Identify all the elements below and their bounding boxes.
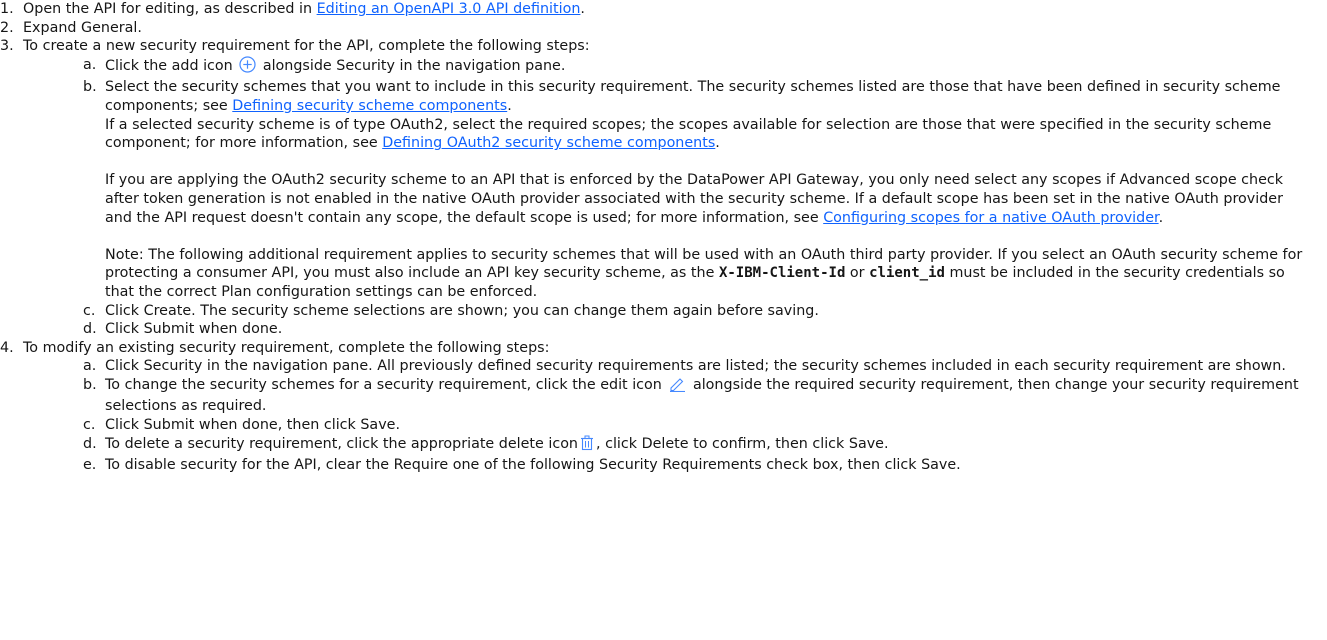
substeps: a. Click Security in the navigation pane… (23, 357, 1319, 475)
substep-letter: a. (83, 56, 97, 73)
substep-4b: b. To change the security schemes for a … (83, 376, 1319, 416)
step-text: To modify an existing security requireme… (23, 339, 550, 356)
substep-letter: c. (83, 417, 96, 434)
para-text-end: . (507, 97, 512, 114)
substep-letter: b. (83, 79, 97, 96)
substep-letter: b. (83, 376, 97, 393)
note-text-mid: or (845, 265, 870, 282)
procedure-steps: 1. Open the API for editing, as describe… (0, 0, 1319, 475)
paragraph-note: Note: The following additional requireme… (105, 246, 1313, 302)
code-x-ibm-client-id: X-IBM-Client-Id (718, 265, 846, 282)
substep-letter: a. (83, 358, 97, 375)
substep-3b: b. Select the security schemes that you … (83, 78, 1319, 301)
link-editing-openapi[interactable]: Editing an OpenAPI 3.0 API definition (317, 1, 581, 17)
step-text: Open the API for editing, as described i… (23, 1, 317, 17)
step-number: 3. (0, 38, 14, 55)
substep-3a: a. Click the add icon alongside Security… (83, 56, 1319, 79)
substep-3d: d. Click Submit when done. (83, 320, 1319, 339)
add-circle-icon (239, 56, 256, 79)
substep-text: Click Security in the navigation pane. A… (105, 358, 1286, 375)
substep-text: Click Create. The security scheme select… (105, 302, 819, 319)
substep-text: Click the add icon (105, 57, 233, 74)
paragraph-datapower: If you are applying the OAuth2 security … (105, 171, 1313, 227)
para-text-end: . (1158, 209, 1164, 226)
substep-3c: c. Click Create. The security scheme sel… (83, 302, 1319, 321)
step-text-end: . (580, 1, 585, 17)
substep-text: To disable security for the API, clear t… (105, 457, 961, 474)
substep-4e: e. To disable security for the API, clea… (83, 456, 1319, 475)
paragraph-oauth2-scopes: If a selected security scheme is of type… (105, 116, 1313, 153)
para-text-end: . (715, 135, 720, 152)
substep-letter: d. (83, 435, 97, 452)
substep-4a: a. Click Security in the navigation pane… (83, 357, 1319, 376)
substep-text: Click Submit when done, then click Save. (105, 417, 400, 434)
substep-text: Click Submit when done. (105, 321, 283, 338)
substep-letter: d. (83, 321, 97, 338)
substep-4d: d. To delete a security requirement, cli… (83, 435, 1319, 457)
step-text: To create a new security requirement for… (23, 38, 590, 55)
paragraph-select-schemes: Select the security schemes that you wan… (105, 78, 1313, 115)
substep-letter: e. (83, 457, 97, 474)
edit-pencil-icon (668, 376, 686, 398)
substeps: a. Click the add icon alongside Security… (23, 56, 1319, 339)
substep-text: To delete a security requirement, click … (105, 435, 578, 452)
link-defining-security-scheme-components[interactable]: Defining security scheme components (232, 98, 507, 114)
substep-4c: c. Click Submit when done, then click Sa… (83, 416, 1319, 435)
step-1: 1. Open the API for editing, as describe… (0, 0, 1319, 19)
link-defining-oauth2-components[interactable]: Defining OAuth2 security scheme componen… (382, 135, 715, 151)
step-text: Expand General. (23, 19, 142, 36)
substep-text-end: , click Delete to confirm, then click Sa… (596, 435, 889, 452)
code-client-id: client_id (869, 265, 945, 282)
documentation-page: 1. Open the API for editing, as describe… (0, 0, 1327, 475)
step-number: 1. (0, 1, 14, 17)
step-2: 2. Expand General. (0, 19, 1319, 38)
step-number: 4. (0, 339, 14, 356)
step-number: 2. (0, 19, 14, 36)
step-3: 3. To create a new security requirement … (0, 37, 1319, 339)
substep-letter: c. (83, 302, 96, 319)
step-4: 4. To modify an existing security requir… (0, 339, 1319, 475)
substep-text-end: alongside Security in the navigation pan… (262, 57, 566, 74)
trash-icon (580, 435, 594, 457)
link-configuring-scopes[interactable]: Configuring scopes for a native OAuth pr… (823, 210, 1158, 226)
substep-text: To change the security schemes for a sec… (105, 376, 662, 393)
